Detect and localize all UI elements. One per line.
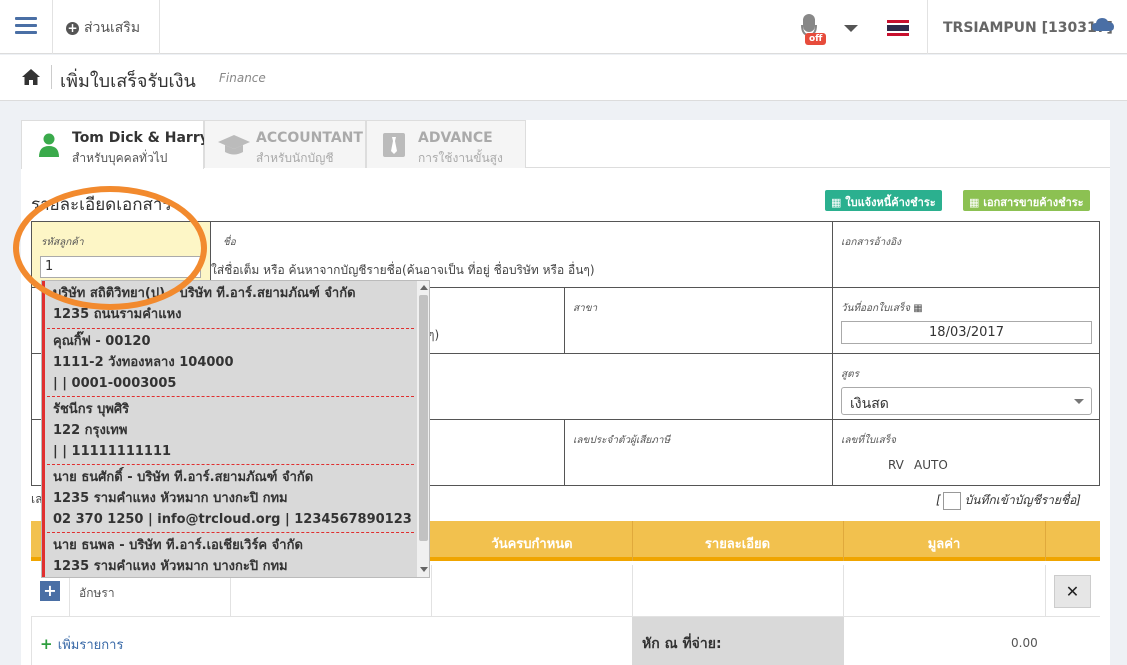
addon-button[interactable]: + ส่วนเสริม [66,17,140,39]
tab-title: Tom Dick & Harry [72,130,209,146]
column-header-due-date: วันครบกำหนด [491,537,573,552]
scroll-down-arrow-icon[interactable] [420,567,428,572]
tab-title: ACCOUNTANT [256,130,363,146]
receipt-date-cell: วันที่ออกใบเสร็จ ▦ 18/03/2017 [833,288,1100,354]
customer-autocomplete-dropdown[interactable]: บริษัท สถิติวิทยา(ป) - บริษัท ที.อาร์.สย… [41,280,430,578]
divider [159,0,160,54]
list-item[interactable]: นาย ธนพล - บริษัท ที.อาร์.เอเชียเวิร์ค จ… [42,533,414,577]
home-icon[interactable] [22,69,40,85]
formula-select[interactable]: เงินสด [841,387,1092,415]
tab-subtitle: สำหรับบุคคลทั่วไป [72,151,168,165]
receipt-date-input[interactable]: 18/03/2017 [841,321,1092,344]
name-cell: ชื่อ ใส่ชื่อเต็ม หรือ ค้นหาจากบัญชีรายชื… [211,222,833,288]
scroll-up-arrow-icon[interactable] [420,285,428,290]
tab-subtitle: สำหรับนักบัญชี [256,151,334,165]
formula-label: สูตร [841,369,859,380]
outstanding-sales-docs-button[interactable]: ▦ เอกสารขายค้างชำระ [963,190,1090,211]
tab-accountant[interactable]: ACCOUNTANT สำหรับนักบัญชี [204,120,366,168]
tab-tom-dick-harry[interactable]: Tom Dick & Harry สำหรับบุคคลทั่วไป [21,120,209,169]
highlight-circle-annotation [13,186,207,310]
outstanding-invoices-button[interactable]: ▦ ใบแจ้งหนี้ค้างชำระ [825,190,942,211]
name-label: ชื่อ [223,237,236,248]
row-code-text: อักษรา [79,586,115,600]
user-account[interactable]: TRSIAMPUN [130317] [943,20,1113,36]
total-value: 0.00 [1011,636,1038,650]
tab-title: ADVANCE [418,130,493,146]
scrollbar-thumb[interactable] [419,295,428,541]
column-header-amount: มูลค่า [927,537,961,552]
thai-flag-icon[interactable] [887,20,909,36]
tab-subtitle: การใช้งานขั้นสูง [418,151,503,165]
divider [51,65,52,89]
expand-row-button[interactable]: + [40,581,60,601]
taxid-cell: เลขประจำตัวผู้เสียภาษี [565,420,833,486]
table-icon: ▦ [831,196,846,209]
page-header: เพิ่มใบเสร็จรับเงิน Finance [0,55,1127,101]
tab-advance[interactable]: ADVANCE การใช้งานขั้นสูง [366,120,526,168]
taxid-label: เลขประจำตัวผู้เสียภาษี [573,435,671,446]
withholding-tax-cell: หัก ณ ที่จ่าย: [632,617,844,665]
plus-icon: + [40,635,58,653]
page-title: เพิ่มใบเสร็จรับเงิน [60,71,196,92]
delete-row-button[interactable]: ✕ [1054,575,1091,608]
reference-label: เอกสารอ้างอิง [841,237,901,248]
receipt-date-label: วันที่ออกใบเสร็จ ▦ [841,303,923,314]
cloud-icon[interactable] [1092,17,1114,31]
chevron-down-icon[interactable] [844,25,858,32]
receipt-number-cell: เลขที่ใบเสร็จ RV AUTO [833,420,1100,486]
save-contact-checkbox[interactable] [942,491,961,510]
branch-label: สาขา [573,303,598,314]
addon-label: ส่วนเสริม [84,20,141,36]
branch-cell: สาขา [565,288,833,354]
top-bar: + ส่วนเสริม off TRSIAMPUN [130317] [0,0,1127,54]
calendar-icon: ▦ [913,303,923,314]
name-search-input[interactable]: ใส่ชื่อเต็ม หรือ ค้นหาจากบัญชีรายชื่อ(ค้… [211,261,595,280]
list-item[interactable]: รัชนีกร บุพศิริ 122 กรุงเทพ | | 11111111… [42,397,414,465]
table-icon: ▦ [969,196,984,209]
hamburger-menu-icon[interactable] [0,0,53,54]
receipt-prefix: RV [888,458,904,472]
formula-cell: สูตร เงินสด [833,354,1100,420]
list-item[interactable]: นาย ธนศักดิ์ - บริษัท ที.อาร์.สยามภัณฑ์ … [42,465,414,533]
divider [927,0,928,54]
withholding-tax-label: หัก ณ ที่จ่าย: [642,636,722,652]
add-line-button[interactable]: + เพิ่มรายการ [40,634,123,655]
user-icon [39,133,59,157]
page-subtitle: Finance [219,71,266,85]
column-header-description: รายละเอียด [704,537,771,552]
mic-status-badge: off [805,33,827,45]
save-contact-row: [บันทึกเข้าบัญชีรายชื่อ] [936,491,1081,510]
plus-circle-icon: + [66,20,79,35]
save-contact-label: บันทึกเข้าบัญชีรายชื่อ] [964,493,1081,507]
list-item[interactable]: คุณกิ๊ฟ - 00120 1111-2 วังทองหลาง 104000… [42,329,414,397]
receipt-number-label: เลขที่ใบเสร็จ [841,435,896,446]
tie-icon [383,133,405,157]
receipt-number-auto[interactable]: AUTO [914,458,948,472]
chevron-down-icon [1074,399,1084,404]
reference-cell: เอกสารอ้างอิง [833,222,1100,288]
graduation-cap-icon [218,135,250,155]
